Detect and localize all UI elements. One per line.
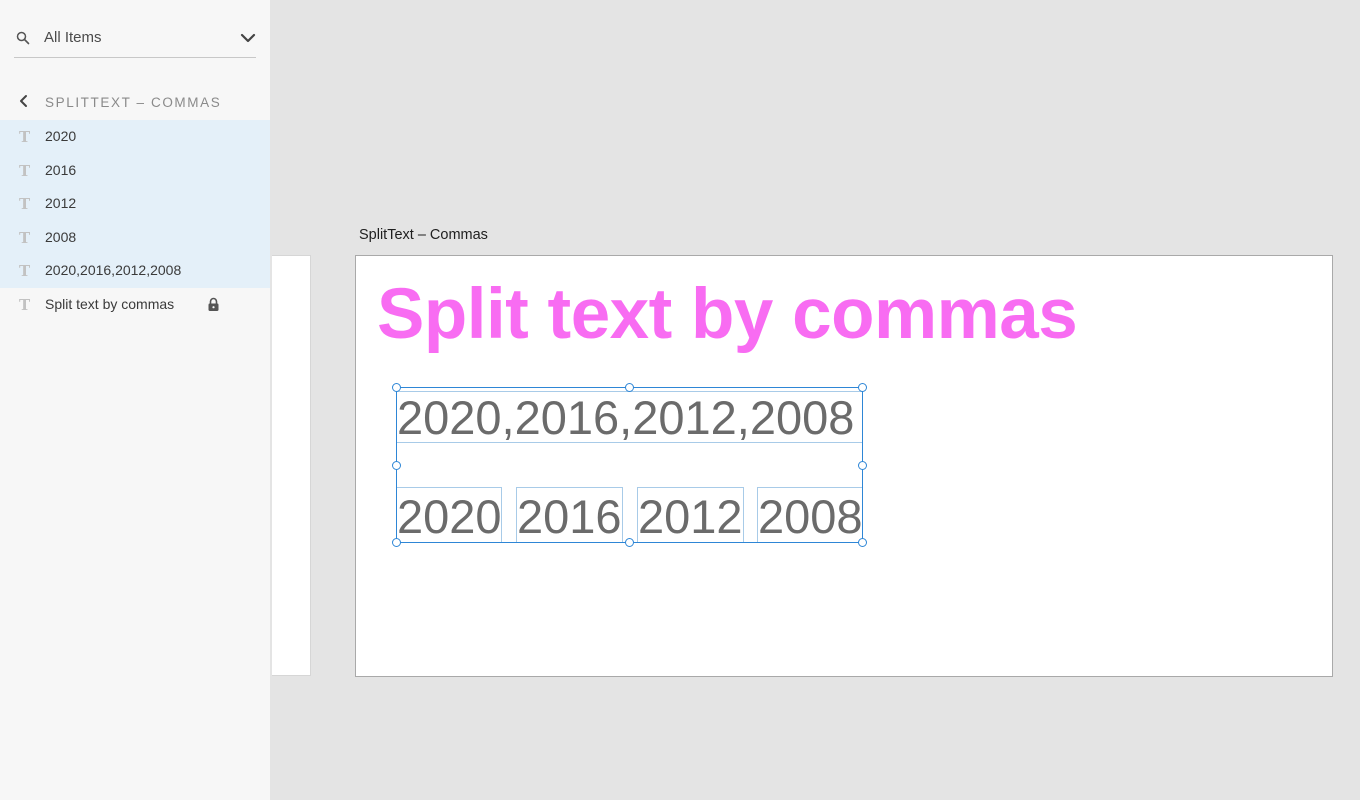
breadcrumb: SPLITTEXT – COMMAS bbox=[0, 88, 270, 116]
selection-bounding-box[interactable] bbox=[396, 387, 863, 543]
layer-item-2008[interactable]: T 2008 bbox=[0, 220, 270, 255]
layer-item-2016[interactable]: T 2016 bbox=[0, 153, 270, 188]
layer-item-2012[interactable]: T 2012 bbox=[0, 187, 270, 221]
layer-name: 2020,2016,2012,2008 bbox=[45, 262, 182, 279]
layer-list: T 2020 T 2016 T 2012 T 2008 T 2020,2016,… bbox=[0, 120, 270, 322]
layer-name: 2012 bbox=[45, 195, 77, 212]
resize-handle-left[interactable] bbox=[392, 461, 401, 470]
filter-label: All Items bbox=[44, 29, 102, 46]
text-layer-icon: T bbox=[19, 295, 31, 314]
text-layer-icon: T bbox=[19, 262, 31, 281]
layers-panel: All Items SPLITTEXT – COMMAS T 2020 T 20… bbox=[0, 0, 270, 800]
resize-handle-bottom-right[interactable] bbox=[858, 538, 867, 547]
text-layer-icon: T bbox=[19, 128, 31, 146]
resize-handle-bottom[interactable] bbox=[625, 538, 634, 547]
layer-item-2020[interactable]: T 2020 bbox=[0, 120, 270, 154]
artboard-title[interactable]: SplitText – Commas bbox=[359, 227, 488, 243]
layer-name: 2008 bbox=[45, 228, 77, 245]
layer-name: 2016 bbox=[45, 161, 77, 178]
resize-handle-bottom-left[interactable] bbox=[392, 538, 401, 547]
lock-icon[interactable] bbox=[207, 297, 220, 312]
resize-handle-right[interactable] bbox=[858, 461, 867, 470]
breadcrumb-title: SPLITTEXT – COMMAS bbox=[45, 95, 222, 110]
text-layer-icon: T bbox=[19, 195, 31, 214]
layer-name: 2020 bbox=[45, 128, 77, 144]
layer-item-headline[interactable]: T Split text by commas bbox=[0, 288, 270, 322]
chevron-down-icon[interactable] bbox=[240, 30, 256, 46]
resize-handle-top-right[interactable] bbox=[858, 383, 867, 392]
resize-handle-top[interactable] bbox=[625, 383, 634, 392]
text-layer-icon: T bbox=[19, 228, 31, 247]
adjacent-artboard[interactable] bbox=[272, 255, 311, 676]
chevron-left-icon[interactable] bbox=[18, 94, 30, 108]
filter-dropdown[interactable]: All Items bbox=[14, 18, 256, 58]
layer-name: Split text by commas bbox=[45, 295, 175, 312]
layer-item-joined-years[interactable]: T 2020,2016,2012,2008 bbox=[0, 254, 270, 288]
resize-handle-top-left[interactable] bbox=[392, 383, 401, 392]
text-layer-icon: T bbox=[19, 161, 31, 180]
headline-text[interactable]: Split text by commas bbox=[377, 274, 1078, 355]
search-icon bbox=[16, 31, 30, 45]
